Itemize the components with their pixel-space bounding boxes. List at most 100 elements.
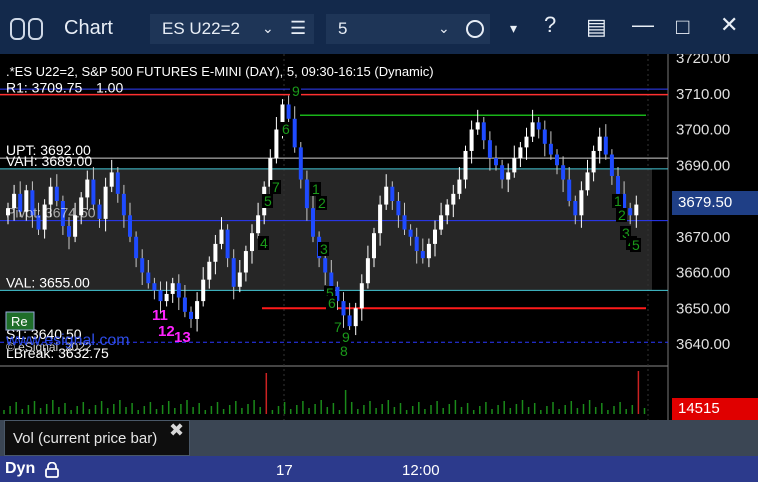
time-label: 12:00 [402, 462, 440, 479]
candle-body [579, 190, 584, 216]
sequence-marker-green: 6 [328, 295, 336, 311]
candle-body [323, 258, 328, 273]
sequence-marker-green: 3 [320, 241, 328, 257]
menu-icon[interactable]: ☰ [290, 18, 306, 39]
minimize-icon[interactable]: — [632, 12, 654, 38]
candle-body [176, 283, 181, 298]
candle-body [481, 122, 486, 141]
volume-value-tag: 14515 [672, 398, 758, 420]
sequence-marker-green: 1 [312, 181, 320, 197]
clock-icon[interactable] [466, 20, 484, 38]
price-axis-label: 3670.00 [676, 229, 730, 246]
price-axis-label: 3700.00 [676, 122, 730, 139]
candle-body [341, 301, 346, 316]
candle-body [420, 251, 425, 259]
sequence-marker-magenta: 11 [152, 307, 168, 324]
study-label[interactable]: Vol (current price bar) ✖ [4, 420, 190, 456]
price-axis-label: 3710.00 [676, 86, 730, 103]
app-icon [10, 18, 44, 40]
candle-body [311, 208, 315, 237]
candle-body [445, 204, 450, 216]
symbol-selector[interactable]: ES U22=2 ⌄ ☰ [150, 14, 314, 44]
candle-body [384, 186, 389, 205]
pin-icon[interactable]: ▾ [510, 20, 517, 37]
candle-body [67, 226, 71, 237]
price-axis-label: 3660.00 [676, 265, 730, 282]
symbol-value: ES U22=2 [162, 19, 240, 38]
price-axis-label: 3690.00 [676, 157, 730, 174]
candle-body [146, 272, 151, 284]
candle-body [408, 229, 413, 237]
help-icon[interactable]: ? [544, 12, 556, 38]
candle-body [128, 215, 132, 237]
watermark-label: www.esignal.com [5, 332, 130, 349]
sequence-marker-green: 7 [272, 179, 280, 195]
candle-body [292, 118, 297, 148]
chevron-down-icon[interactable]: ⌄ [262, 20, 274, 37]
sequence-marker-magenta: 13 [174, 329, 191, 346]
candle-body [109, 172, 114, 187]
candle-body [219, 229, 224, 244]
chart-header: .*ES U22=2, S&P 500 FUTURES E-MINI (DAY)… [6, 64, 434, 79]
candle-body [189, 311, 193, 319]
window-title: Chart [64, 17, 113, 39]
sequence-marker-green: 2 [318, 195, 326, 211]
candle-body [585, 172, 590, 191]
status-bar: Dyn 17 12:00 [0, 456, 758, 482]
candle-body [207, 261, 212, 280]
candle-body [103, 186, 108, 219]
candle-body [567, 179, 572, 201]
candle-body [140, 258, 145, 273]
time-label: 17 [276, 462, 293, 479]
re-button-label[interactable]: Re [11, 314, 28, 329]
interval-value: 5 [338, 19, 348, 38]
candle-body [256, 215, 261, 234]
candle-body [524, 136, 529, 148]
candle-body [542, 129, 547, 144]
candle-body [286, 104, 291, 119]
candle-body [54, 186, 59, 201]
candle-body [298, 147, 303, 180]
candle-body [494, 158, 498, 166]
vah-label: VAH: 3689.00 [6, 153, 92, 169]
chevron-down-icon[interactable]: ⌄ [438, 20, 450, 37]
sequence-marker-green: 9 [292, 83, 300, 99]
candle-body [85, 179, 90, 198]
layout-icon[interactable]: ▤ [586, 14, 607, 40]
candle-body [250, 233, 254, 252]
candle-body [164, 293, 169, 302]
lock-icon[interactable] [45, 462, 59, 478]
candle-body [475, 122, 480, 130]
candle-body [359, 283, 364, 309]
candle-body [378, 204, 383, 234]
close-icon[interactable]: ✖ [169, 420, 184, 441]
price-axis-label: 3720.00 [676, 54, 730, 67]
price-axis-label: 3650.00 [676, 300, 730, 317]
interval-selector[interactable]: 5 ⌄ [326, 14, 490, 44]
candle-body [591, 150, 596, 173]
price-chart[interactable]: 3720.003710.003700.003690.003680.003670.… [0, 54, 758, 420]
candle-body [414, 236, 419, 252]
candle-body [121, 193, 126, 216]
candle-body [616, 175, 620, 194]
candle-body [548, 143, 553, 155]
candle-body [439, 215, 444, 230]
close-icon[interactable]: ✕ [720, 12, 738, 38]
candle-body [182, 297, 187, 312]
sequence-marker-magenta: 12 [158, 323, 175, 340]
sequence-marker-green: 2 [618, 207, 626, 223]
candle-body [91, 179, 96, 205]
maximize-icon[interactable]: □ [676, 14, 689, 40]
candle-body [195, 301, 200, 319]
candle-body [426, 243, 431, 259]
candle-body [390, 186, 395, 201]
candle-body [530, 122, 535, 137]
candle-body [463, 150, 468, 180]
candle-body [213, 243, 218, 262]
candle-body [48, 186, 53, 205]
sequence-marker-green: 5 [632, 237, 640, 253]
r1-label: R1: 3709.75 [6, 80, 82, 96]
candle-body [518, 147, 523, 159]
candle-body [365, 258, 370, 284]
candle-body [115, 172, 120, 194]
